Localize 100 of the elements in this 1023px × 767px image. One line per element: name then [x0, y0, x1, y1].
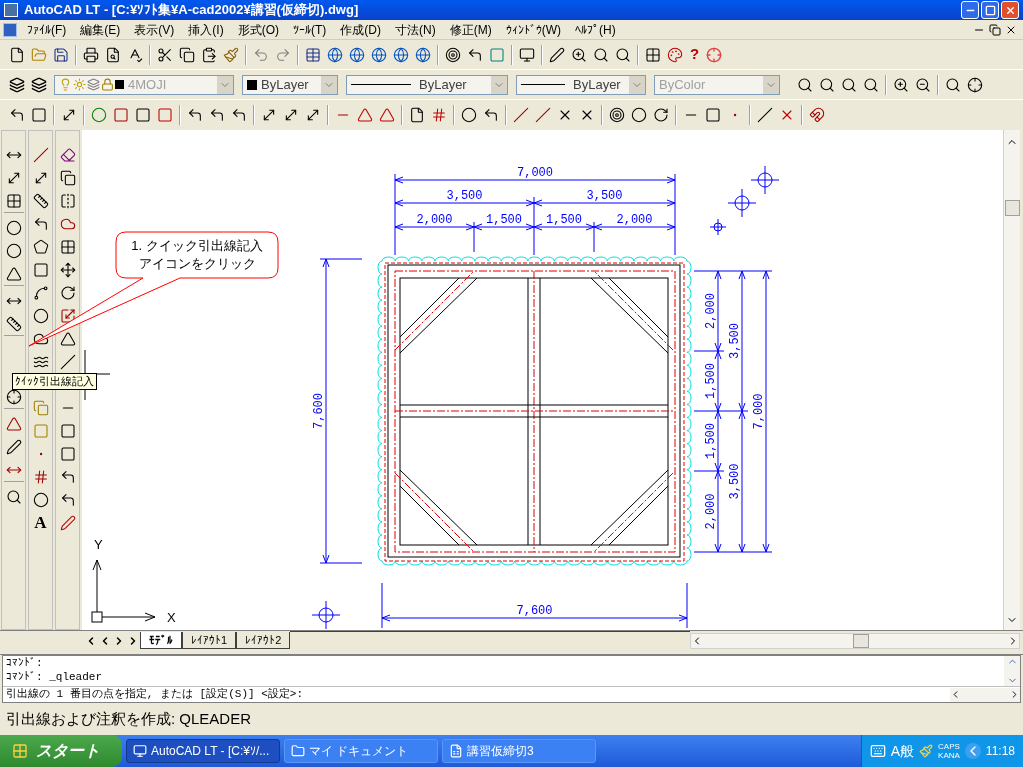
triangle-icon[interactable] — [59, 330, 76, 347]
vertical-scrollbar[interactable] — [1003, 130, 1020, 630]
target-icon[interactable] — [445, 46, 461, 63]
slash-icon[interactable] — [757, 107, 773, 123]
slash-icon[interactable] — [535, 107, 551, 123]
rotate-icon[interactable] — [59, 284, 76, 301]
copy-icon[interactable] — [59, 169, 76, 186]
taskbar-button[interactable]: 講習仮締切3 — [442, 739, 596, 763]
grid-icon[interactable] — [645, 46, 661, 63]
search-icon[interactable] — [863, 76, 879, 93]
diagonal-arrow-icon[interactable] — [305, 107, 321, 123]
globe-icon[interactable] — [415, 46, 431, 63]
layers-icon[interactable] — [31, 76, 47, 93]
copy-icon[interactable] — [179, 46, 195, 63]
slash-icon[interactable] — [513, 107, 529, 123]
folder-icon[interactable] — [31, 46, 47, 63]
zoom-in-icon[interactable] — [893, 76, 909, 93]
slash-icon[interactable] — [59, 353, 76, 370]
magnet-icon[interactable] — [809, 107, 825, 123]
restore-icon[interactable] — [989, 23, 1001, 36]
search-icon[interactable] — [593, 46, 609, 63]
triangle-icon[interactable] — [5, 265, 22, 282]
globe-icon[interactable] — [349, 46, 365, 63]
crosshair-icon[interactable] — [967, 76, 983, 93]
save-icon[interactable] — [53, 46, 69, 63]
hash-icon[interactable] — [32, 468, 49, 485]
lineweight-dropdown[interactable]: ByLayer — [516, 74, 646, 95]
zoom-in-icon[interactable] — [571, 46, 587, 63]
expand-tray-icon[interactable] — [964, 743, 981, 759]
circle-icon[interactable] — [461, 107, 477, 123]
menu-item[interactable]: 修正(M) — [442, 20, 499, 39]
menu-item[interactable]: ﾍﾙﾌﾟ(H) — [568, 20, 623, 39]
minimize-button[interactable] — [961, 1, 979, 19]
menu-item[interactable]: 編集(E) — [73, 20, 128, 39]
maximize-button[interactable] — [981, 1, 999, 19]
menu-item[interactable]: ﾂｰﾙ(T) — [286, 20, 334, 39]
scroll-thumb[interactable] — [853, 633, 869, 648]
grid-icon[interactable] — [5, 192, 22, 209]
spell-check-icon[interactable] — [127, 46, 143, 63]
text-tool[interactable]: A — [34, 511, 47, 534]
menu-item[interactable]: 挿入(I) — [181, 20, 231, 39]
search-icon[interactable] — [819, 76, 835, 93]
layout-tab[interactable]: ﾚｲｱｳﾄ1 — [182, 632, 237, 649]
pen-icon[interactable] — [549, 46, 565, 63]
ruler-icon[interactable] — [32, 192, 49, 209]
ruler-icon[interactable] — [5, 315, 22, 332]
brush-icon[interactable] — [223, 46, 239, 63]
menu-item[interactable]: 表示(V) — [127, 20, 182, 39]
circle-icon[interactable] — [32, 491, 49, 508]
globe-icon[interactable] — [327, 46, 343, 63]
taskbar-button[interactable]: AutoCAD LT - [C:¥ｿ/... — [126, 739, 280, 763]
square-icon[interactable] — [31, 107, 47, 123]
square-icon[interactable] — [705, 107, 721, 123]
palette-icon[interactable] — [667, 46, 683, 63]
file-icon[interactable] — [9, 46, 25, 63]
keyboard-icon[interactable] — [869, 743, 886, 759]
eraser-icon[interactable] — [59, 146, 76, 163]
circle-icon[interactable] — [631, 107, 647, 123]
layers-icon[interactable] — [9, 76, 25, 93]
command-prompt[interactable]: 引出線の 1 番目の点を指定, または [設定(S)] <設定>: — [3, 687, 950, 702]
monitor-icon[interactable] — [519, 46, 535, 63]
file-icon[interactable] — [409, 107, 425, 123]
preview-icon[interactable] — [105, 46, 121, 63]
mirror-icon[interactable] — [59, 192, 76, 209]
circle-icon[interactable] — [32, 307, 49, 324]
menu-item[interactable]: 寸法(N) — [388, 20, 443, 39]
paste-icon[interactable] — [201, 46, 217, 63]
start-button[interactable]: スタート — [0, 735, 122, 767]
redo-icon[interactable] — [275, 46, 291, 63]
square-icon[interactable] — [135, 107, 151, 123]
globe-icon[interactable] — [371, 46, 387, 63]
search-icon[interactable] — [615, 46, 631, 63]
search-icon[interactable] — [5, 488, 22, 505]
square-icon[interactable] — [59, 445, 76, 462]
menu-item[interactable]: 形式(O) — [230, 20, 286, 39]
menu-item[interactable]: 作成(D) — [333, 20, 388, 39]
zoom-out-icon[interactable] — [915, 76, 931, 93]
diagonal-arrow-icon[interactable] — [61, 107, 77, 123]
curve-icon[interactable] — [32, 284, 49, 301]
circle-icon[interactable] — [5, 219, 22, 236]
pen-icon[interactable] — [5, 438, 22, 455]
scissors-icon[interactable] — [157, 46, 173, 63]
rotate-icon[interactable] — [653, 107, 669, 123]
color-dropdown[interactable]: ByLayer — [242, 74, 338, 95]
square-icon[interactable] — [113, 107, 129, 123]
diagonal-arrow-icon[interactable] — [283, 107, 299, 123]
search-icon[interactable] — [841, 76, 857, 93]
layout-tab[interactable]: ﾚｲｱｳﾄ2 — [236, 632, 291, 649]
circle-icon[interactable] — [5, 242, 22, 259]
menu-item[interactable]: ｳｨﾝﾄﾞｳ(W) — [498, 20, 568, 39]
scroll-thumb[interactable] — [1004, 200, 1020, 216]
square-icon[interactable] — [59, 422, 76, 439]
grid-icon[interactable] — [59, 238, 76, 255]
help-button[interactable]: ? — [690, 43, 700, 66]
close-button[interactable] — [1001, 1, 1019, 19]
hash-icon[interactable] — [431, 107, 447, 123]
menu-item[interactable]: ﾌｧｲﾙ(F) — [20, 20, 74, 39]
triangle-icon[interactable] — [5, 415, 22, 432]
crosshair-icon[interactable] — [5, 388, 22, 405]
table-icon[interactable] — [305, 46, 321, 63]
